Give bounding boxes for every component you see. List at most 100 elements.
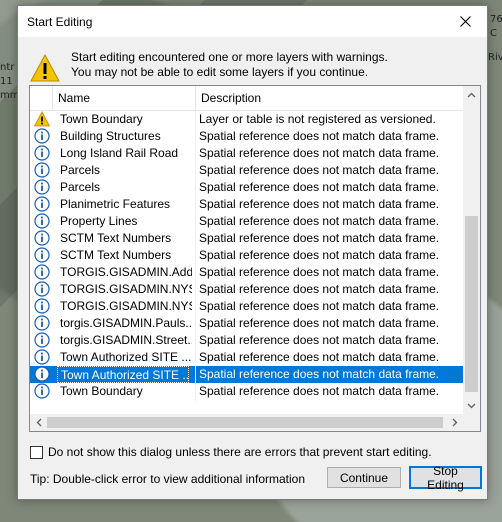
list-row[interactable]: Town Boundary Spatial reference does not … — [30, 383, 463, 400]
vertical-scroll-thumb[interactable] — [465, 216, 478, 392]
list-row[interactable]: Parcels Spatial reference does not match … — [30, 179, 463, 196]
row-description: Spatial reference does not match data fr… — [199, 316, 440, 330]
info-icon — [34, 332, 50, 348]
row-layer-name: torgis.GISADMIN.Street... — [60, 333, 192, 347]
info-icon — [34, 196, 50, 212]
chevron-down-icon — [467, 403, 476, 408]
row-layer-name: Building Structures — [60, 129, 161, 143]
row-description: Spatial reference does not match data fr… — [199, 265, 440, 279]
info-icon — [34, 281, 50, 297]
scroll-down-button[interactable] — [463, 397, 480, 414]
row-layer-name: SCTM Text Numbers — [60, 248, 172, 262]
list-row[interactable]: Property Lines Spatial reference does not… — [30, 213, 463, 230]
row-layer-name: SCTM Text Numbers — [60, 231, 172, 245]
warning-icon — [30, 54, 60, 82]
scroll-right-button[interactable] — [446, 414, 463, 431]
row-description: Spatial reference does not match data fr… — [199, 367, 440, 381]
info-icon — [34, 315, 50, 331]
row-layer-name: Town Authorized SITE ... — [57, 366, 189, 383]
info-icon — [34, 264, 50, 280]
row-description: Spatial reference does not match data fr… — [199, 384, 440, 398]
list-row[interactable]: TORGIS.GISADMIN.NYS... Spatial reference … — [30, 281, 463, 298]
map-label: 76 — [490, 14, 502, 25]
message-line-1: Start editing encountered one or more la… — [71, 50, 388, 64]
info-icon — [34, 128, 50, 144]
info-icon — [34, 366, 50, 382]
row-layer-name: Town Boundary — [60, 112, 143, 126]
row-description: Spatial reference does not match data fr… — [199, 350, 440, 364]
row-description: Spatial reference does not match data fr… — [199, 231, 440, 245]
horizontal-scrollbar[interactable] — [30, 414, 463, 431]
info-icon — [34, 230, 50, 246]
map-label: 11 — [0, 76, 13, 87]
row-description: Layer or table is not registered as vers… — [199, 112, 436, 126]
row-description: Spatial reference does not match data fr… — [199, 299, 440, 313]
row-description: Spatial reference does not match data fr… — [199, 248, 440, 262]
list-row[interactable]: TORGIS.GISADMIN.NYS... Spatial reference … — [30, 298, 463, 315]
list-row[interactable]: SCTM Text Numbers Spatial reference does … — [30, 230, 463, 247]
scroll-left-button[interactable] — [30, 414, 47, 431]
list-row[interactable]: Town Boundary Layer or table is not regis… — [30, 111, 463, 128]
row-layer-name: Property Lines — [60, 214, 138, 228]
info-icon — [34, 349, 50, 365]
vertical-scrollbar[interactable] — [463, 86, 480, 414]
title-bar[interactable]: Start Editing — [18, 6, 487, 37]
list-row[interactable]: torgis.GISADMIN.Pauls... Spatial referenc… — [30, 315, 463, 332]
tip-text: Tip: Double-click error to view addition… — [30, 472, 306, 486]
dont-show-label[interactable]: Do not show this dialog unless there are… — [48, 445, 432, 459]
list-row[interactable]: Town Authorized SITE ... Spatial referenc… — [30, 366, 463, 383]
stop-editing-button[interactable]: Stop Editing — [409, 464, 482, 492]
row-layer-name: Parcels — [60, 163, 101, 177]
chevron-left-icon — [36, 418, 41, 427]
map-label: ntr — [0, 62, 15, 73]
map-label: Riv — [488, 52, 502, 63]
message-line-2: You may not be able to edit some layers … — [71, 65, 369, 79]
row-description: Spatial reference does not match data fr… — [199, 333, 440, 347]
row-layer-name: Planimetric Features — [60, 197, 171, 211]
info-icon — [34, 298, 50, 314]
close-button[interactable] — [443, 6, 487, 37]
warning-icon — [34, 111, 50, 127]
dont-show-option[interactable]: Do not show this dialog unless there are… — [30, 445, 432, 459]
dont-show-checkbox[interactable] — [30, 445, 43, 459]
info-icon — [34, 213, 50, 229]
list-row[interactable]: Parcels Spatial reference does not match … — [30, 162, 463, 179]
continue-button[interactable]: Continue — [327, 467, 401, 488]
row-layer-name: torgis.GISADMIN.Pauls... — [60, 316, 192, 330]
horizontal-scroll-thumb[interactable] — [47, 417, 443, 428]
row-description: Spatial reference does not match data fr… — [199, 197, 440, 211]
list-row[interactable]: Long Island Rail Road Spatial reference d… — [30, 145, 463, 162]
info-icon — [34, 247, 50, 263]
row-layer-name: Parcels — [60, 180, 101, 194]
close-icon — [459, 16, 471, 27]
start-editing-dialog: Start Editing Start editing encountered … — [17, 5, 488, 500]
layer-warning-list[interactable]: Name Description Town Boundary Layer or t… — [29, 85, 481, 432]
list-header: Name Description — [30, 86, 463, 111]
icon-column-header[interactable] — [30, 86, 53, 110]
row-layer-name: Town Authorized SITE ... — [60, 350, 192, 364]
description-column-header[interactable]: Description — [196, 86, 463, 110]
list-row[interactable]: TORGIS.GISADMIN.Add... Spatial reference … — [30, 264, 463, 281]
list-row[interactable]: Building Structures Spatial reference doe… — [30, 128, 463, 145]
row-description: Spatial reference does not match data fr… — [199, 180, 440, 194]
scrollbar-corner — [463, 414, 480, 431]
warning-message: Start editing encountered one or more la… — [71, 50, 388, 80]
row-layer-name: TORGIS.GISADMIN.NYS... — [60, 299, 192, 313]
list-row[interactable]: Planimetric Features Spatial reference do… — [30, 196, 463, 213]
list-row[interactable]: torgis.GISADMIN.Street... Spatial referen… — [30, 332, 463, 349]
row-description: Spatial reference does not match data fr… — [199, 146, 440, 160]
scroll-up-button[interactable] — [463, 86, 480, 103]
name-column-header[interactable]: Name — [53, 86, 196, 110]
list-rows: Town Boundary Layer or table is not regis… — [30, 111, 463, 400]
list-row[interactable]: Town Authorized SITE ... Spatial referenc… — [30, 349, 463, 366]
row-layer-name: Town Boundary — [60, 384, 143, 398]
info-icon — [34, 179, 50, 195]
chevron-up-icon — [467, 92, 476, 97]
info-icon — [34, 162, 50, 178]
row-description: Spatial reference does not match data fr… — [199, 214, 440, 228]
map-label: C — [490, 28, 497, 39]
chevron-right-icon — [452, 418, 457, 427]
column-divider — [195, 111, 196, 401]
list-row[interactable]: SCTM Text Numbers Spatial reference does … — [30, 247, 463, 264]
row-layer-name: TORGIS.GISADMIN.NYS... — [60, 282, 192, 296]
